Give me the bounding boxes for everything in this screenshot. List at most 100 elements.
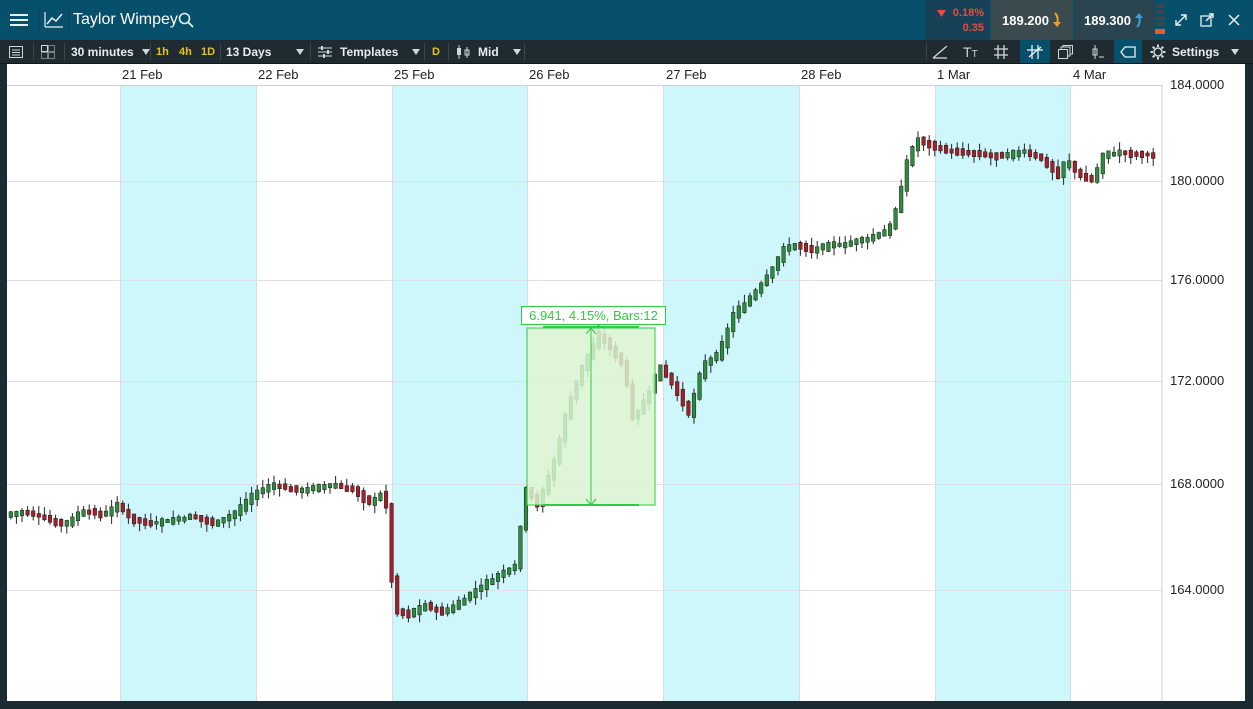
day-band xyxy=(935,85,1070,701)
candle-body xyxy=(266,484,271,493)
candle-body xyxy=(663,364,669,378)
candle-body xyxy=(675,381,680,396)
grid-icon[interactable] xyxy=(994,40,1014,63)
candle-body xyxy=(120,502,125,513)
candle-body xyxy=(915,137,921,152)
chart-toolbar: 30 minutes 1h 4h 1D 13 Days Templates D xyxy=(0,40,1253,64)
candle-body xyxy=(148,520,153,527)
candle-body xyxy=(747,295,753,307)
candle-body xyxy=(658,364,663,382)
chart-type-icon[interactable] xyxy=(40,0,68,40)
candle-body xyxy=(927,140,932,149)
candle-body xyxy=(411,608,417,618)
candle-body xyxy=(893,208,898,230)
candle-body xyxy=(1067,160,1072,169)
hamburger-icon xyxy=(10,14,28,26)
candle-body xyxy=(826,242,831,252)
down-arrow-icon xyxy=(1053,12,1061,27)
candle-body xyxy=(848,240,853,247)
candle-body xyxy=(887,223,893,236)
price-type-dropdown[interactable]: Mid xyxy=(456,40,521,63)
candle-body xyxy=(109,506,114,517)
candle-body xyxy=(288,486,293,493)
daily-toggle[interactable]: D xyxy=(432,40,440,63)
candle-body xyxy=(686,400,691,416)
price-type-label: Mid xyxy=(478,44,499,59)
x-icon xyxy=(1228,14,1240,26)
candle-body xyxy=(1016,150,1021,158)
candle-body xyxy=(1055,166,1061,179)
chevron-down-icon[interactable] xyxy=(296,49,304,55)
date-label: 22 Feb xyxy=(258,67,299,82)
candle-body xyxy=(1128,149,1133,158)
interval-dropdown[interactable]: 30 minutes xyxy=(71,40,150,63)
popout-icon[interactable] xyxy=(1196,0,1218,40)
candle-body xyxy=(764,274,769,286)
quick-4h[interactable]: 4h xyxy=(179,40,192,63)
tag-icon[interactable] xyxy=(1114,40,1142,63)
templates-dropdown[interactable]: Templates xyxy=(318,40,421,63)
sell-button[interactable]: 189.200 xyxy=(991,0,1073,40)
depth-bars-icon[interactable] xyxy=(1155,4,1165,36)
candle-body xyxy=(378,492,383,501)
range-dropdown[interactable]: 13 Days xyxy=(226,40,271,63)
candle-body xyxy=(305,487,310,494)
close-icon[interactable] xyxy=(1223,0,1245,40)
candle-body xyxy=(8,511,13,518)
candle-body xyxy=(406,609,411,619)
price-tag-icon xyxy=(1120,45,1136,58)
search-icon[interactable] xyxy=(176,0,196,40)
candle-body xyxy=(165,519,170,524)
chart-canvas[interactable] xyxy=(7,64,1245,701)
candles-icon xyxy=(457,44,470,59)
candle-body xyxy=(333,482,338,489)
expand-icon[interactable] xyxy=(1170,0,1192,40)
candle-body xyxy=(355,486,361,497)
candle-body xyxy=(131,513,137,525)
layers-icon[interactable] xyxy=(1058,40,1078,63)
layout-icon[interactable] xyxy=(41,40,59,63)
candle-body xyxy=(143,518,148,526)
candle-body xyxy=(210,517,215,526)
candle-body xyxy=(803,243,809,252)
candle-body xyxy=(81,509,86,517)
quick-1d[interactable]: 1D xyxy=(201,40,215,63)
candle-body xyxy=(42,514,47,521)
crosshair-grid-icon[interactable] xyxy=(1020,40,1050,63)
candle-body xyxy=(1095,167,1100,183)
candle-body xyxy=(899,185,904,213)
candle-body xyxy=(910,146,915,167)
candle-body xyxy=(204,516,209,525)
candle-body xyxy=(943,144,949,154)
candle-body xyxy=(215,519,221,527)
grid-layout-icon xyxy=(41,44,55,59)
change-absolute: 0.35 xyxy=(962,22,984,34)
indicator-icon[interactable] xyxy=(1089,40,1109,63)
candle-body xyxy=(182,516,187,522)
date-axis: 21 Feb 22 Feb 25 Feb 26 Feb 27 Feb 28 Fe… xyxy=(7,64,1245,85)
settings-dropdown[interactable]: Settings xyxy=(1150,40,1240,63)
candle-body xyxy=(1072,160,1077,173)
candle-body xyxy=(495,572,501,582)
candle-body xyxy=(775,256,781,271)
candle-body xyxy=(501,569,506,578)
candle-body xyxy=(1083,172,1089,182)
text-size-icon[interactable]: TT xyxy=(963,40,983,63)
price-chart[interactable]: 21 Feb 22 Feb 25 Feb 26 Feb 27 Feb 28 Fe… xyxy=(7,64,1245,701)
title-bar: Taylor Wimpey 0.18% 0.35 189.200 189.300 xyxy=(0,0,1253,40)
sliders-icon xyxy=(318,45,332,58)
quick-1h[interactable]: 1h xyxy=(156,40,169,63)
candle-body xyxy=(1039,153,1044,161)
candle-body xyxy=(994,152,999,161)
candle-body xyxy=(260,487,265,495)
price-tick-label: 172.0000 xyxy=(1170,373,1225,388)
buy-button[interactable]: 189.300 xyxy=(1074,0,1154,40)
candle-body xyxy=(1027,149,1033,157)
menu-icon[interactable] xyxy=(0,0,38,40)
candle-body xyxy=(725,327,730,349)
candle-body xyxy=(14,511,19,518)
diagonal-expand-icon xyxy=(1175,14,1187,26)
list-icon[interactable] xyxy=(9,40,29,63)
price-tick-label: 180.0000 xyxy=(1170,173,1225,188)
draw-line-icon[interactable] xyxy=(932,40,952,63)
